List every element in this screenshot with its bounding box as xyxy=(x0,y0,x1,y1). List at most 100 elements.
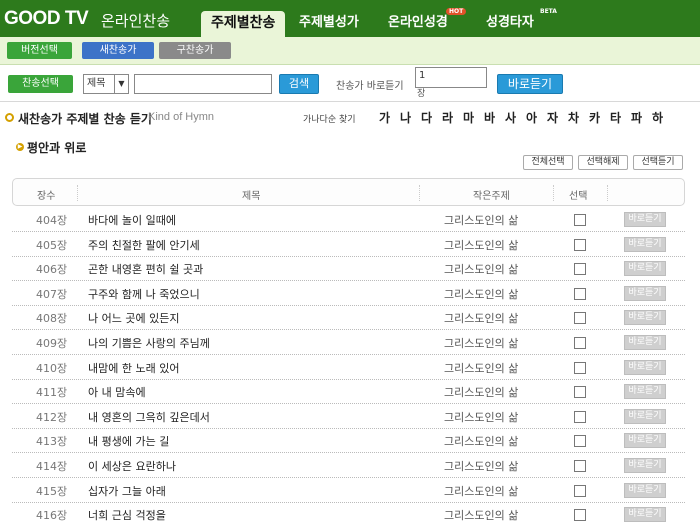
table-row: 405장 주의 친절한 팔에 안기세 그리스도인의 삶 바로듣기 xyxy=(12,233,685,257)
consonant-ma[interactable]: 마 xyxy=(463,109,474,126)
row-checkbox[interactable] xyxy=(574,435,586,448)
hymn-theme: 그리스도인의 삶 xyxy=(444,287,519,301)
hymn-title[interactable]: 곤한 내영혼 편히 쉴 곳과 xyxy=(88,261,203,277)
row-checkbox[interactable] xyxy=(574,337,586,349)
table-row: 410장 내맘에 한 노래 있어 그리스도인의 삶 바로듣기 xyxy=(12,356,685,380)
header-divider xyxy=(553,185,554,201)
chevron-down-icon: ▼ xyxy=(114,75,128,93)
consonant-ja[interactable]: 자 xyxy=(547,109,558,126)
consonant-a[interactable]: 아 xyxy=(526,109,537,126)
row-checkbox[interactable] xyxy=(574,238,586,251)
row-play-button[interactable]: 바로듣기 xyxy=(624,212,666,227)
hot-badge: HOT xyxy=(446,8,467,15)
consonant-cha[interactable]: 차 xyxy=(568,109,579,126)
play-selected-button[interactable]: 선택듣기 xyxy=(633,155,683,170)
search-field-value: 제목 xyxy=(87,78,106,89)
search-input[interactable] xyxy=(134,74,272,94)
hymn-title[interactable]: 내 평생에 가는 길 xyxy=(88,433,169,449)
hymn-number: 410장 xyxy=(36,361,68,375)
row-play-button[interactable]: 바로듣기 xyxy=(624,285,666,301)
direct-listen-button[interactable]: 바로듣기 xyxy=(497,74,563,94)
number-suffix: 장 xyxy=(417,89,426,99)
hymn-number: 407장 xyxy=(36,287,68,301)
row-checkbox[interactable] xyxy=(574,386,586,399)
row-play-button[interactable]: 바로듣기 xyxy=(624,433,666,449)
hymn-theme: 그리스도인의 삶 xyxy=(444,460,519,473)
consonant-ha[interactable]: 하 xyxy=(652,109,663,126)
row-play-button[interactable]: 바로듣기 xyxy=(624,261,666,277)
consonant-ga[interactable]: 가 xyxy=(379,109,390,126)
row-checkbox[interactable] xyxy=(574,312,586,325)
version-select-button[interactable]: 버전선택 xyxy=(7,42,72,59)
hymn-number-input[interactable]: 1 xyxy=(415,67,487,88)
hymn-title[interactable]: 나 어느 곳에 있든지 xyxy=(88,310,179,326)
row-checkbox[interactable] xyxy=(574,287,586,300)
hymn-number: 412장 xyxy=(36,410,68,424)
row-play-button[interactable]: 바로듣기 xyxy=(624,507,666,523)
hymn-title[interactable]: 구주와 함께 나 죽었으니 xyxy=(88,286,200,302)
beta-badge: BETA xyxy=(540,8,557,15)
hymn-theme: 그리스도인의 삶 xyxy=(444,238,519,252)
row-checkbox[interactable] xyxy=(574,484,586,497)
hymn-title[interactable]: 내맘에 한 노래 있어 xyxy=(88,360,179,376)
new-hymnal-button[interactable]: 새찬송가 xyxy=(82,42,154,59)
hymn-title[interactable]: 나의 기쁨은 사랑의 주님께 xyxy=(88,335,210,351)
row-play-button[interactable]: 바로듣기 xyxy=(624,458,666,473)
section-title: 평안과 위로 xyxy=(27,141,87,155)
consonant-ra[interactable]: 라 xyxy=(442,109,453,126)
hymn-number: 408장 xyxy=(36,312,68,326)
row-checkbox[interactable] xyxy=(574,214,586,226)
hymn-title[interactable]: 이 세상은 요란하나 xyxy=(88,458,176,474)
search-bar: 찬송선택 제목 ▼ 검색 찬송가 바로듣기 1 장 바로듣기 xyxy=(0,65,700,102)
hymn-title[interactable]: 십자가 그늘 아래 xyxy=(88,483,166,499)
hymn-number: 405장 xyxy=(36,238,68,252)
row-play-button[interactable]: 바로듣기 xyxy=(624,359,666,375)
number-listen-label: 찬송가 바로듣기 xyxy=(336,81,404,92)
row-play-button[interactable]: 바로듣기 xyxy=(624,310,666,326)
table-row: 409장 나의 기쁨은 사랑의 주님께 그리스도인의 삶 바로듣기 xyxy=(12,331,685,355)
hymn-theme: 그리스도인의 삶 xyxy=(444,312,519,326)
row-play-button[interactable]: 바로듣기 xyxy=(624,236,666,252)
row-checkbox[interactable] xyxy=(574,509,586,522)
table-row: 414장 이 세상은 요란하나 그리스도인의 삶 바로듣기 xyxy=(12,454,685,478)
tab-topic-hymns[interactable]: 주제별찬송 xyxy=(201,11,286,37)
hymn-theme: 그리스도인의 삶 xyxy=(444,509,519,523)
hymn-title[interactable]: 주의 친절한 팔에 안기세 xyxy=(88,237,200,253)
logo-subtitle: 온라인찬송 xyxy=(101,12,171,30)
table-row: 408장 나 어느 곳에 있든지 그리스도인의 삶 바로듣기 xyxy=(12,306,685,331)
consonant-da[interactable]: 다 xyxy=(421,109,432,126)
consonant-na[interactable]: 나 xyxy=(400,109,411,126)
header-select: 선택 xyxy=(569,191,588,202)
tab-bible-typing[interactable]: 성경타자 xyxy=(486,11,534,30)
hymn-title[interactable]: 너희 근심 걱정을 xyxy=(88,507,166,523)
select-all-button[interactable]: 전체선택 xyxy=(523,155,573,170)
row-checkbox[interactable] xyxy=(574,361,586,374)
row-play-button[interactable]: 바로듣기 xyxy=(624,384,666,400)
hymn-select-button[interactable]: 찬송선택 xyxy=(8,75,73,93)
tab-topic-anthems[interactable]: 주제별성가 xyxy=(299,11,359,30)
search-button[interactable]: 검색 xyxy=(279,74,319,94)
tab-online-bible[interactable]: 온라인성경 xyxy=(388,11,448,30)
consonant-ba[interactable]: 바 xyxy=(484,109,495,126)
hymn-number: 409장 xyxy=(36,337,68,350)
hymn-theme: 그리스도인의 삶 xyxy=(444,484,519,498)
hymn-title[interactable]: 내 영혼의 그윽히 깊은데서 xyxy=(88,409,210,425)
row-checkbox[interactable] xyxy=(574,263,586,276)
search-field-select[interactable]: 제목 ▼ xyxy=(83,74,129,94)
old-hymnal-button[interactable]: 구찬송가 xyxy=(159,42,231,59)
hymn-title[interactable]: 바다에 놀이 일때에 xyxy=(88,212,176,228)
goodtv-logo[interactable]: GOOD TV xyxy=(4,8,89,30)
consonant-pa[interactable]: 파 xyxy=(631,109,642,126)
row-checkbox[interactable] xyxy=(574,460,586,472)
hymn-theme: 그리스도인의 삶 xyxy=(444,435,519,449)
table-header: 장수 제목 작은주제 선택 xyxy=(12,178,685,206)
consonant-sa[interactable]: 사 xyxy=(505,109,516,126)
row-play-button[interactable]: 바로듣기 xyxy=(624,408,666,424)
row-checkbox[interactable] xyxy=(574,410,586,423)
hymn-title[interactable]: 아 내 맘속에 xyxy=(88,384,146,400)
row-play-button[interactable]: 바로듣기 xyxy=(624,482,666,498)
row-play-button[interactable]: 바로듣기 xyxy=(624,335,666,350)
deselect-button[interactable]: 선택해제 xyxy=(578,155,628,170)
consonant-ka[interactable]: 카 xyxy=(589,109,600,126)
consonant-ta[interactable]: 타 xyxy=(610,109,621,126)
